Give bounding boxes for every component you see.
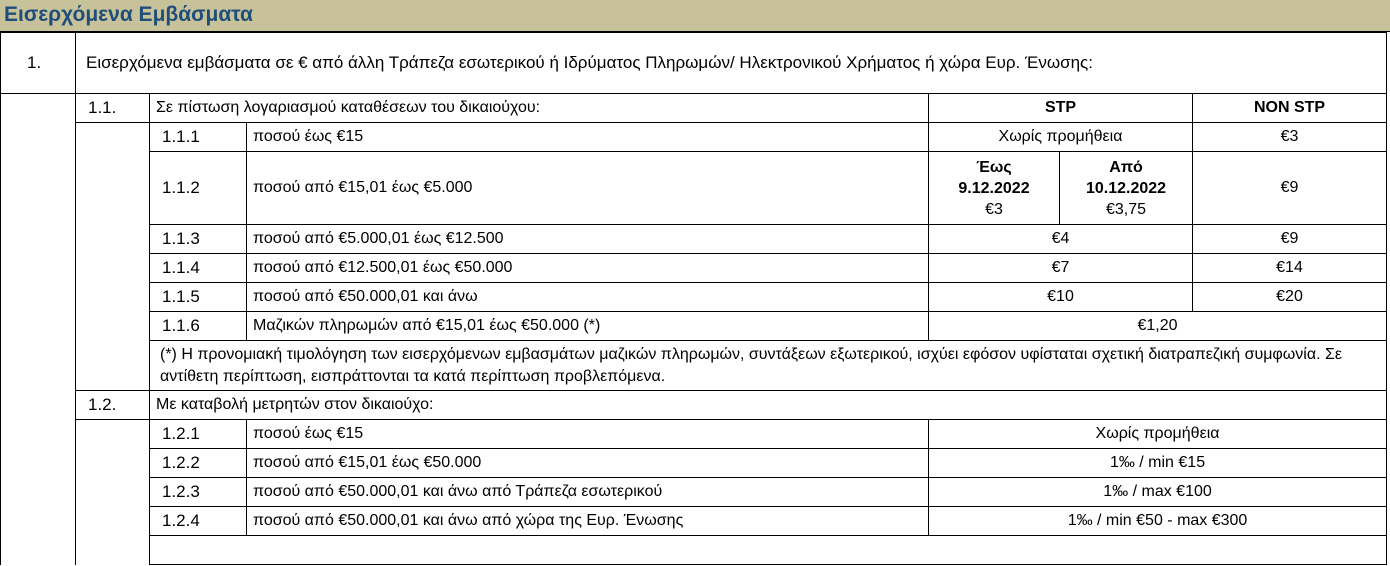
fee-value: 1‰ / min €50 - max €300 (927, 506, 1388, 536)
table-row: 1.1.2 ποσού από €15,01 έως €5.000 Έως 9.… (1, 151, 1388, 225)
subsection-description: Σε πίστωση λογαριασμού καταθέσεων του δι… (149, 93, 929, 123)
row-description: ποσού έως €15 (246, 122, 929, 152)
fee-value: Χωρίς προμήθεια (927, 419, 1388, 449)
stp-fee: Χωρίς προμήθεια (928, 122, 1193, 152)
subsection-number: 1.2. (75, 390, 150, 420)
trailing-row (1, 535, 1388, 565)
row-number: 1.2.1 (149, 419, 247, 449)
row-number: 1.2.3 (149, 477, 247, 507)
until-value: €3 (985, 200, 1003, 218)
table-row: 1.1.6 Μαζικών πληρωμών από €15,01 έως €5… (1, 311, 1388, 341)
stp-fee-from: Από 10.12.2022 €3,75 (1059, 151, 1193, 225)
until-date: 9.12.2022 (958, 179, 1030, 197)
table-row: 1.1.1 ποσού έως €15 Χωρίς προμήθεια €3 (1, 122, 1388, 391)
fee-value: 1‰ / min €15 (927, 448, 1388, 478)
stp-fee: €10 (928, 282, 1193, 312)
indent-spacer (0, 93, 76, 565)
table-row: 1.2.4 ποσού από €50.000,01 και άνω από χ… (1, 506, 1388, 536)
indent-spacer (75, 419, 150, 565)
row-description: Μαζικών πληρωμών από €15,01 έως €50.000 … (246, 311, 929, 341)
section-number: 1. (0, 32, 76, 94)
row-number: 1.1.2 (149, 151, 247, 225)
nonstp-fee: €9 (1191, 151, 1388, 225)
table-row: 1.1.5 ποσού από €50.000,01 και άνω €10 €… (1, 282, 1388, 312)
from-value: €3,75 (1105, 200, 1147, 218)
footnote-row: (*) Η προνομιακή τιμολόγηση των εισερχόμ… (1, 340, 1388, 391)
subsection-number: 1.1. (75, 93, 150, 123)
section-header: Εισερχόμενα Εμβάσματα (0, 0, 1390, 32)
fee-value: €1,20 (927, 311, 1388, 341)
table-row: 1.2.1 ποσού έως €15 Χωρίς προμήθεια (1, 419, 1388, 565)
stp-fee: €4 (928, 224, 1193, 254)
row-description: ποσού από €12.500,01 έως €50.000 (246, 253, 929, 283)
subsection-description: Με καταβολή μετρητών στον δικαιούχο: (148, 390, 1388, 420)
row-number: 1.2.4 (149, 506, 247, 536)
stp-fee: €7 (928, 253, 1193, 283)
section-row: 1. Εισερχόμενα εμβάσματα σε € από άλλη Τ… (0, 32, 1388, 94)
row-number: 1.1.1 (149, 122, 247, 152)
row-number: 1.1.4 (149, 253, 247, 283)
from-label: Από (1109, 158, 1143, 176)
nonstp-fee: €20 (1191, 282, 1388, 312)
until-label: Έως (976, 158, 1012, 176)
nonstp-fee: €3 (1191, 122, 1388, 152)
nonstp-column-header: NON STP (1191, 93, 1388, 123)
stp-fee-until: Έως 9.12.2022 €3 (928, 151, 1060, 225)
stp-column-header: STP (928, 93, 1193, 123)
row-description: ποσού από €50.000,01 και άνω από χώρα τη… (246, 506, 929, 536)
nonstp-fee: €9 (1191, 224, 1388, 254)
table-row: 1.1.3 ποσού από €5.000,01 έως €12.500 €4… (1, 224, 1388, 254)
fee-value: 1‰ / max €100 (927, 477, 1388, 507)
nonstp-fee: €14 (1191, 253, 1388, 283)
fees-table: 1. Εισερχόμενα εμβάσματα σε € από άλλη Τ… (0, 32, 1388, 565)
row-description: ποσού από €15,01 έως €5.000 (246, 151, 929, 225)
subsection-row: 1.2. Με καταβολή μετρητών στον δικαιούχο… (1, 390, 1388, 420)
indent-spacer (75, 122, 150, 391)
row-number: 1.1.6 (149, 311, 247, 341)
row-description: ποσού από €15,01 έως €50.000 (246, 448, 929, 478)
from-date: 10.12.2022 (1085, 179, 1167, 197)
table-row: 1.2.3 ποσού από €50.000,01 και άνω από Τ… (1, 477, 1388, 507)
table-row: 1.2.2 ποσού από €15,01 έως €50.000 1‰ / … (1, 448, 1388, 478)
row-description: ποσού από €5.000,01 έως €12.500 (246, 224, 929, 254)
row-description: ποσού από €50.000,01 και άνω (246, 282, 929, 312)
row-number: 1.1.3 (149, 224, 247, 254)
row-number: 1.1.5 (149, 282, 247, 312)
subsection-row: 1.1. Σε πίστωση λογαριασμού καταθέσεων τ… (0, 93, 1388, 565)
page-title: Εισερχόμενα Εμβάσματα (4, 3, 253, 26)
row-number: 1.2.2 (149, 448, 247, 478)
row-description: ποσού έως €15 (246, 419, 929, 449)
row-description: ποσού από €50.000,01 και άνω από Τράπεζα… (246, 477, 929, 507)
empty-cell (148, 535, 1388, 565)
table-row: 1.1.4 ποσού από €12.500,01 έως €50.000 €… (1, 253, 1388, 283)
section-description: Εισερχόμενα εμβάσματα σε € από άλλη Τράπ… (74, 32, 1388, 94)
footnote: (*) Η προνομιακή τιμολόγηση των εισερχόμ… (148, 340, 1388, 391)
